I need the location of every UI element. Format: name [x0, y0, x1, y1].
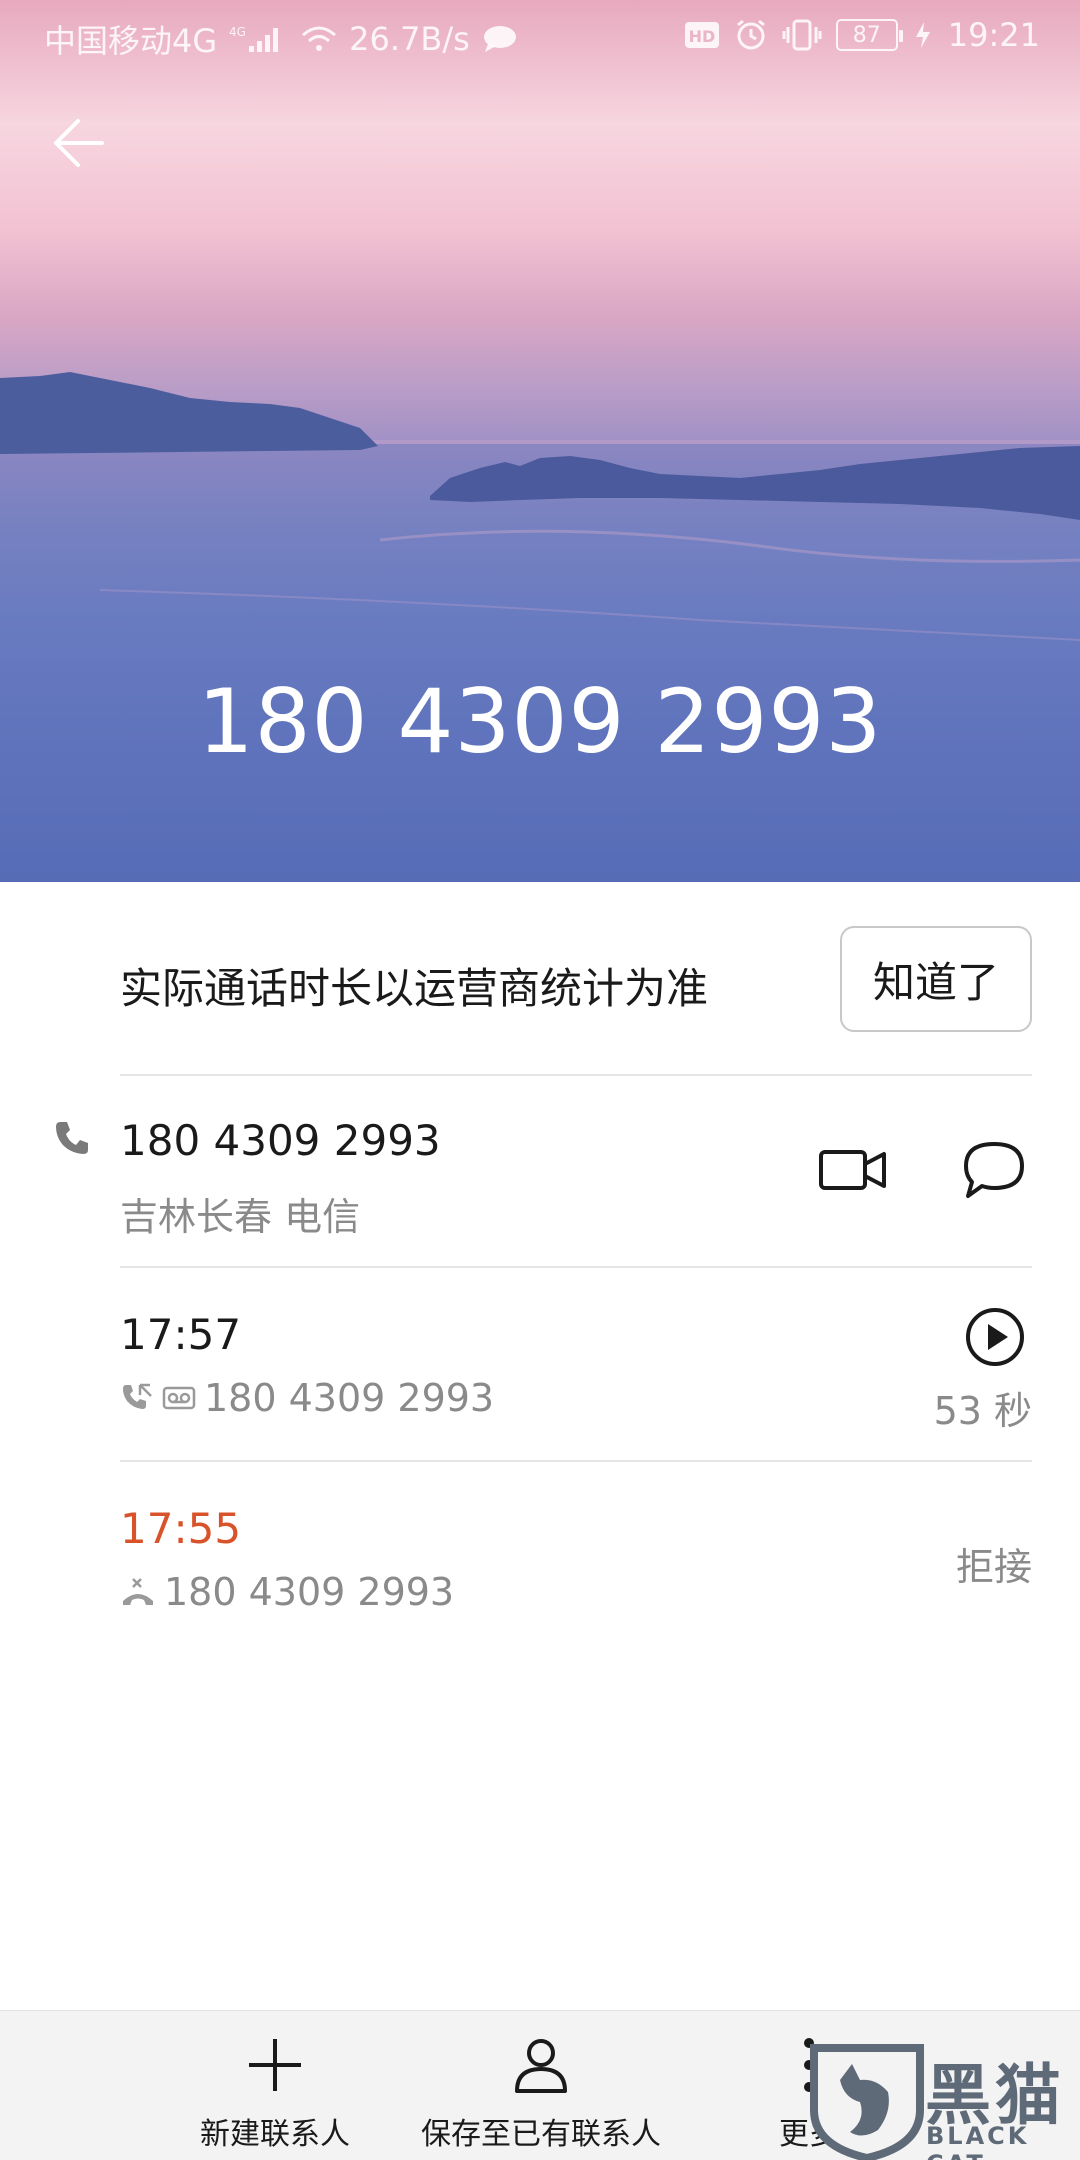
save-to-existing-contact-button[interactable]: 保存至已有联系人: [416, 2011, 666, 2160]
divider: [120, 1074, 1032, 1076]
voicemail-recording-icon: [162, 1386, 196, 1410]
phone-icon: [56, 1122, 88, 1154]
call-duration: 53 秒: [933, 1389, 1032, 1433]
new-contact-button[interactable]: 新建联系人: [190, 2011, 360, 2160]
rejected-call-icon: [123, 1578, 153, 1605]
call-record-number: 180 4309 2993: [164, 1570, 455, 1614]
battery-indicator: 87: [835, 19, 903, 51]
alarm-icon: [736, 19, 765, 50]
divider: [120, 1460, 1032, 1462]
plus-icon: [249, 2039, 301, 2091]
hd-icon: HD: [684, 22, 719, 48]
number-location: 吉林长春 电信: [120, 1195, 361, 1239]
network-speed: 26.7B/s: [349, 20, 470, 58]
wifi-icon: [302, 26, 337, 51]
call-record-detail: 180 4309 2993: [120, 1570, 454, 1614]
call-duration-notice: 实际通话时长以运营商统计为准: [120, 964, 709, 1013]
svg-text:HD: HD: [688, 27, 715, 46]
clock: 19:21: [947, 16, 1040, 54]
charging-icon: [915, 22, 930, 48]
message-icon[interactable]: [962, 1140, 1026, 1200]
call-record-time-missed: 17:55: [120, 1504, 242, 1553]
divider: [120, 1266, 1032, 1268]
got-it-button[interactable]: 知道了: [840, 926, 1032, 1032]
header-banner: 中国移动4G 4G 26.7B/s HD 87 19:21 180 4309 2…: [0, 0, 1080, 882]
signal-icon: 4G: [229, 25, 279, 52]
contact-number: 180 4309 2993: [120, 1116, 441, 1165]
new-contact-label: 新建联系人: [200, 2117, 350, 2152]
vibrate-icon: [782, 19, 822, 51]
person-icon: [515, 2039, 567, 2093]
caller-number-title: 180 4309 2993: [197, 670, 883, 773]
call-record-detail: 180 4309 2993: [120, 1376, 494, 1420]
watermark-subtitle: BLACK CAT: [926, 2122, 1030, 2160]
call-status-rejected: 拒接: [955, 1545, 1032, 1589]
incoming-call-icon: [123, 1383, 152, 1409]
call-record-time: 17:57: [120, 1310, 242, 1359]
back-arrow-icon[interactable]: [40, 105, 120, 185]
play-recording-icon[interactable]: [964, 1306, 1026, 1368]
chat-bubble-icon: [483, 26, 516, 52]
status-bar: 中国移动4G 4G 26.7B/s HD 87 19:21: [0, 0, 1080, 72]
call-record-number: 180 4309 2993: [204, 1376, 495, 1420]
svg-text:4G: 4G: [229, 25, 246, 39]
video-call-icon[interactable]: [818, 1144, 888, 1196]
save-to-existing-label: 保存至已有联系人: [421, 2117, 661, 2152]
carrier-label: 中国移动4G: [44, 22, 218, 60]
